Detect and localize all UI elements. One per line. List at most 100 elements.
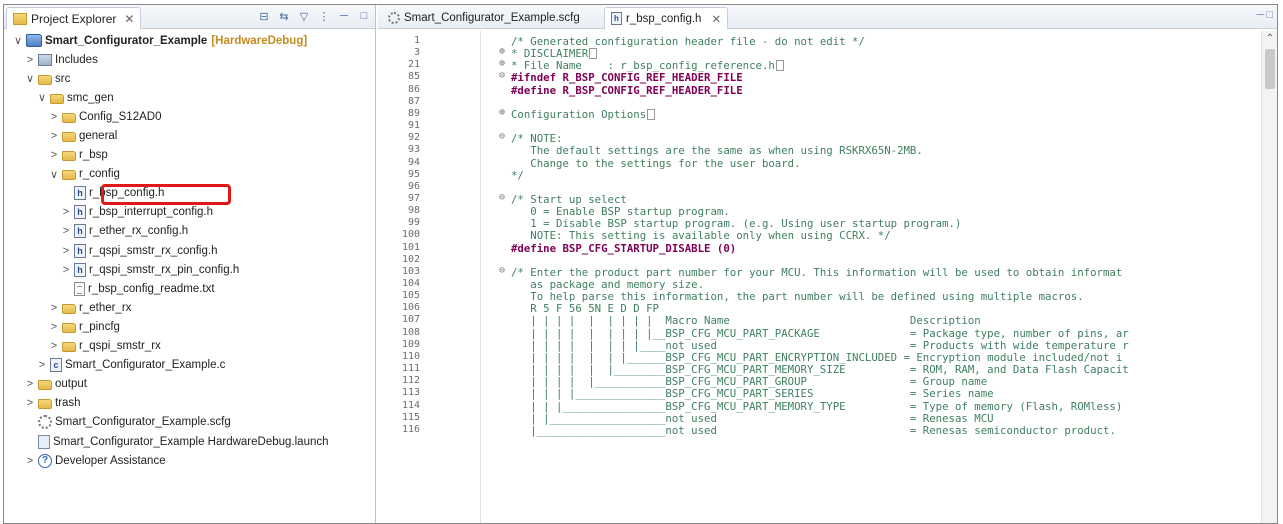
collapse-all-icon[interactable]: ⊟ xyxy=(257,9,271,23)
chevron-right-icon[interactable]: > xyxy=(60,206,72,218)
expand-fold-icon[interactable]: ⊕ xyxy=(499,58,505,69)
line-number: 112 xyxy=(401,375,420,387)
tree-item[interactable]: > h r_qspi_smstr_rx_config.h xyxy=(4,241,375,260)
expand-fold-icon[interactable]: ⊕ xyxy=(499,46,505,57)
tab-scfg[interactable]: Smart_Configurator_Example.scfg xyxy=(382,7,586,29)
chevron-right-icon[interactable]: > xyxy=(48,149,60,161)
folded-region-icon[interactable] xyxy=(589,48,598,60)
chevron-right-icon[interactable]: > xyxy=(48,302,60,314)
code-line: To help parse this information, the part… xyxy=(511,290,1083,303)
expand-fold-icon[interactable]: ⊕ xyxy=(499,107,505,118)
editor-minmax[interactable]: ─□ xyxy=(1257,9,1275,21)
minimize-icon[interactable]: ─ xyxy=(337,9,351,23)
tree-item[interactable]: > r_ether_rx xyxy=(4,298,375,317)
launch-file-icon xyxy=(38,434,50,449)
tree-item[interactable]: ∨ r_config xyxy=(4,165,375,184)
chevron-down-icon[interactable]: ∨ xyxy=(12,34,24,47)
tree-item[interactable]: > r_pincfg xyxy=(4,317,375,336)
tree-item[interactable]: r_bsp_config_readme.txt xyxy=(4,279,375,298)
tree-item[interactable]: h r_bsp_config.h xyxy=(4,183,375,205)
chevron-right-icon[interactable]: > xyxy=(48,340,60,352)
tree-item[interactable]: > c Smart_Configurator_Example.c xyxy=(4,356,375,375)
chevron-right-icon[interactable]: > xyxy=(60,225,72,237)
tree-item[interactable]: ∨ Smart_Configurator_Example [HardwareDebu… xyxy=(4,31,375,50)
chevron-right-icon[interactable]: > xyxy=(48,321,60,333)
filter-icon[interactable]: ▽ xyxy=(297,9,311,23)
tree-item-label: r_bsp_config_readme.txt xyxy=(88,282,215,295)
view-menu-icon[interactable]: ⋮ xyxy=(317,9,331,23)
minimize-icon[interactable]: ─ xyxy=(1257,9,1267,21)
chevron-right-icon[interactable]: > xyxy=(24,54,36,66)
folder-icon xyxy=(13,12,27,25)
chevron-down-icon[interactable]: ∨ xyxy=(48,168,60,181)
code-area[interactable]: /* Generated configuration header file -… xyxy=(480,31,1261,523)
maximize-icon[interactable]: □ xyxy=(1266,9,1275,21)
chevron-right-icon[interactable]: > xyxy=(60,264,72,276)
chevron-right-icon[interactable]: > xyxy=(60,245,72,257)
line-number: 99 xyxy=(407,217,420,229)
collapse-fold-icon[interactable]: ⊖ xyxy=(499,192,505,203)
tree-item[interactable]: Smart_Configurator_Example.scfg xyxy=(4,413,375,432)
build-config-decoration: [HardwareDebug] xyxy=(211,34,308,47)
code-line: /* NOTE: xyxy=(511,132,562,145)
chevron-right-icon[interactable]: > xyxy=(24,378,36,390)
folder-icon xyxy=(62,303,76,314)
code-line: | |__________________not used = Renesas … xyxy=(511,412,993,425)
tree-item[interactable]: > trash xyxy=(4,394,375,413)
link-with-editor-icon[interactable]: ⇆ xyxy=(277,9,291,23)
chevron-down-icon[interactable]: ∨ xyxy=(36,91,48,104)
tree-item-label: r_config xyxy=(79,168,120,181)
tree-item[interactable]: > Includes xyxy=(4,50,375,69)
tree-item[interactable]: > r_qspi_smstr_rx xyxy=(4,337,375,356)
chevron-down-icon[interactable]: ∨ xyxy=(24,72,36,85)
code-line-text: #define R_BSP_CONFIG_REF_HEADER_FILE xyxy=(511,83,743,97)
tree-item[interactable]: > h r_qspi_smstr_rx_pin_config.h xyxy=(4,260,375,279)
scroll-thumb[interactable] xyxy=(1265,49,1275,89)
tree-item[interactable]: Smart_Configurator_Example HardwareDebug… xyxy=(4,432,375,451)
code-line-text: 0 = Enable BSP startup program. xyxy=(511,205,730,219)
chevron-right-icon[interactable]: > xyxy=(48,111,60,123)
folded-region-icon[interactable] xyxy=(647,108,656,120)
collapse-fold-icon[interactable]: ⊖ xyxy=(499,70,505,81)
code-line: #define R_BSP_CONFIG_REF_HEADER_FILE xyxy=(511,84,743,97)
chevron-right-icon[interactable]: > xyxy=(48,130,60,142)
close-icon[interactable]: ✕ xyxy=(124,12,134,26)
line-number: 102 xyxy=(401,253,420,265)
line-number: 97 xyxy=(407,192,420,204)
folded-region-icon[interactable] xyxy=(775,60,784,72)
collapse-fold-icon[interactable]: ⊖ xyxy=(499,131,505,142)
header-file-icon: h xyxy=(74,205,86,220)
tree-item[interactable]: > Config_S12AD0 xyxy=(4,107,375,126)
tree-item[interactable]: ∨ smc_gen xyxy=(4,88,375,107)
chevron-right-icon[interactable]: > xyxy=(24,397,36,409)
collapse-fold-icon[interactable]: ⊖ xyxy=(499,265,505,276)
tab-project-explorer[interactable]: Project Explorer ✕ xyxy=(6,7,142,29)
folder-icon xyxy=(62,112,76,123)
close-icon[interactable]: ✕ xyxy=(711,12,721,26)
tab-project-explorer-label: Project Explorer xyxy=(31,11,117,26)
maximize-icon[interactable]: □ xyxy=(357,9,371,23)
folder-icon xyxy=(62,170,76,181)
code-line-text: |____________________not used = Renesas … xyxy=(511,423,1116,437)
tree-item[interactable]: > general xyxy=(4,126,375,145)
chevron-right-icon[interactable]: > xyxy=(36,359,48,371)
tree-item[interactable]: > output xyxy=(4,375,375,394)
code-line: | | | | | | |______BSP_CFG_MCU_PART_ENCR… xyxy=(511,351,1122,364)
code-line: 0 = Enable BSP startup program. xyxy=(511,205,730,219)
c-file-icon: c xyxy=(50,358,62,373)
code-line: NOTE: This setting is available only whe… xyxy=(511,229,890,242)
line-number-ruler: 1 3 21 85 86 87 89 91 92 93 94 95 96 97 98 99 100 101 102 1… xyxy=(378,31,480,523)
tree-item[interactable]: >? Developer Assistance xyxy=(4,451,375,470)
tree-item[interactable]: > h r_bsp_interrupt_config.h xyxy=(4,203,375,222)
scroll-up-icon[interactable]: ⌃ xyxy=(1262,33,1277,44)
line-number: 87 xyxy=(407,95,420,107)
chevron-right-icon[interactable]: > xyxy=(24,455,36,467)
tab-r-bsp-config-h[interactable]: h r_bsp_config.h ✕ xyxy=(604,7,729,29)
tree-item[interactable]: > r_bsp xyxy=(4,146,375,165)
line-number: 85 xyxy=(407,71,420,83)
tree-item[interactable]: ∨ src xyxy=(4,69,375,88)
tree-item[interactable]: > h r_ether_rx_config.h xyxy=(4,222,375,241)
code-line-text: * File Name : r_bsp_config_reference.h xyxy=(511,59,775,73)
vertical-scrollbar[interactable]: ⌃ xyxy=(1261,31,1277,523)
code-line-text: #define BSP_CFG_STARTUP_DISABLE (0) xyxy=(511,241,737,255)
